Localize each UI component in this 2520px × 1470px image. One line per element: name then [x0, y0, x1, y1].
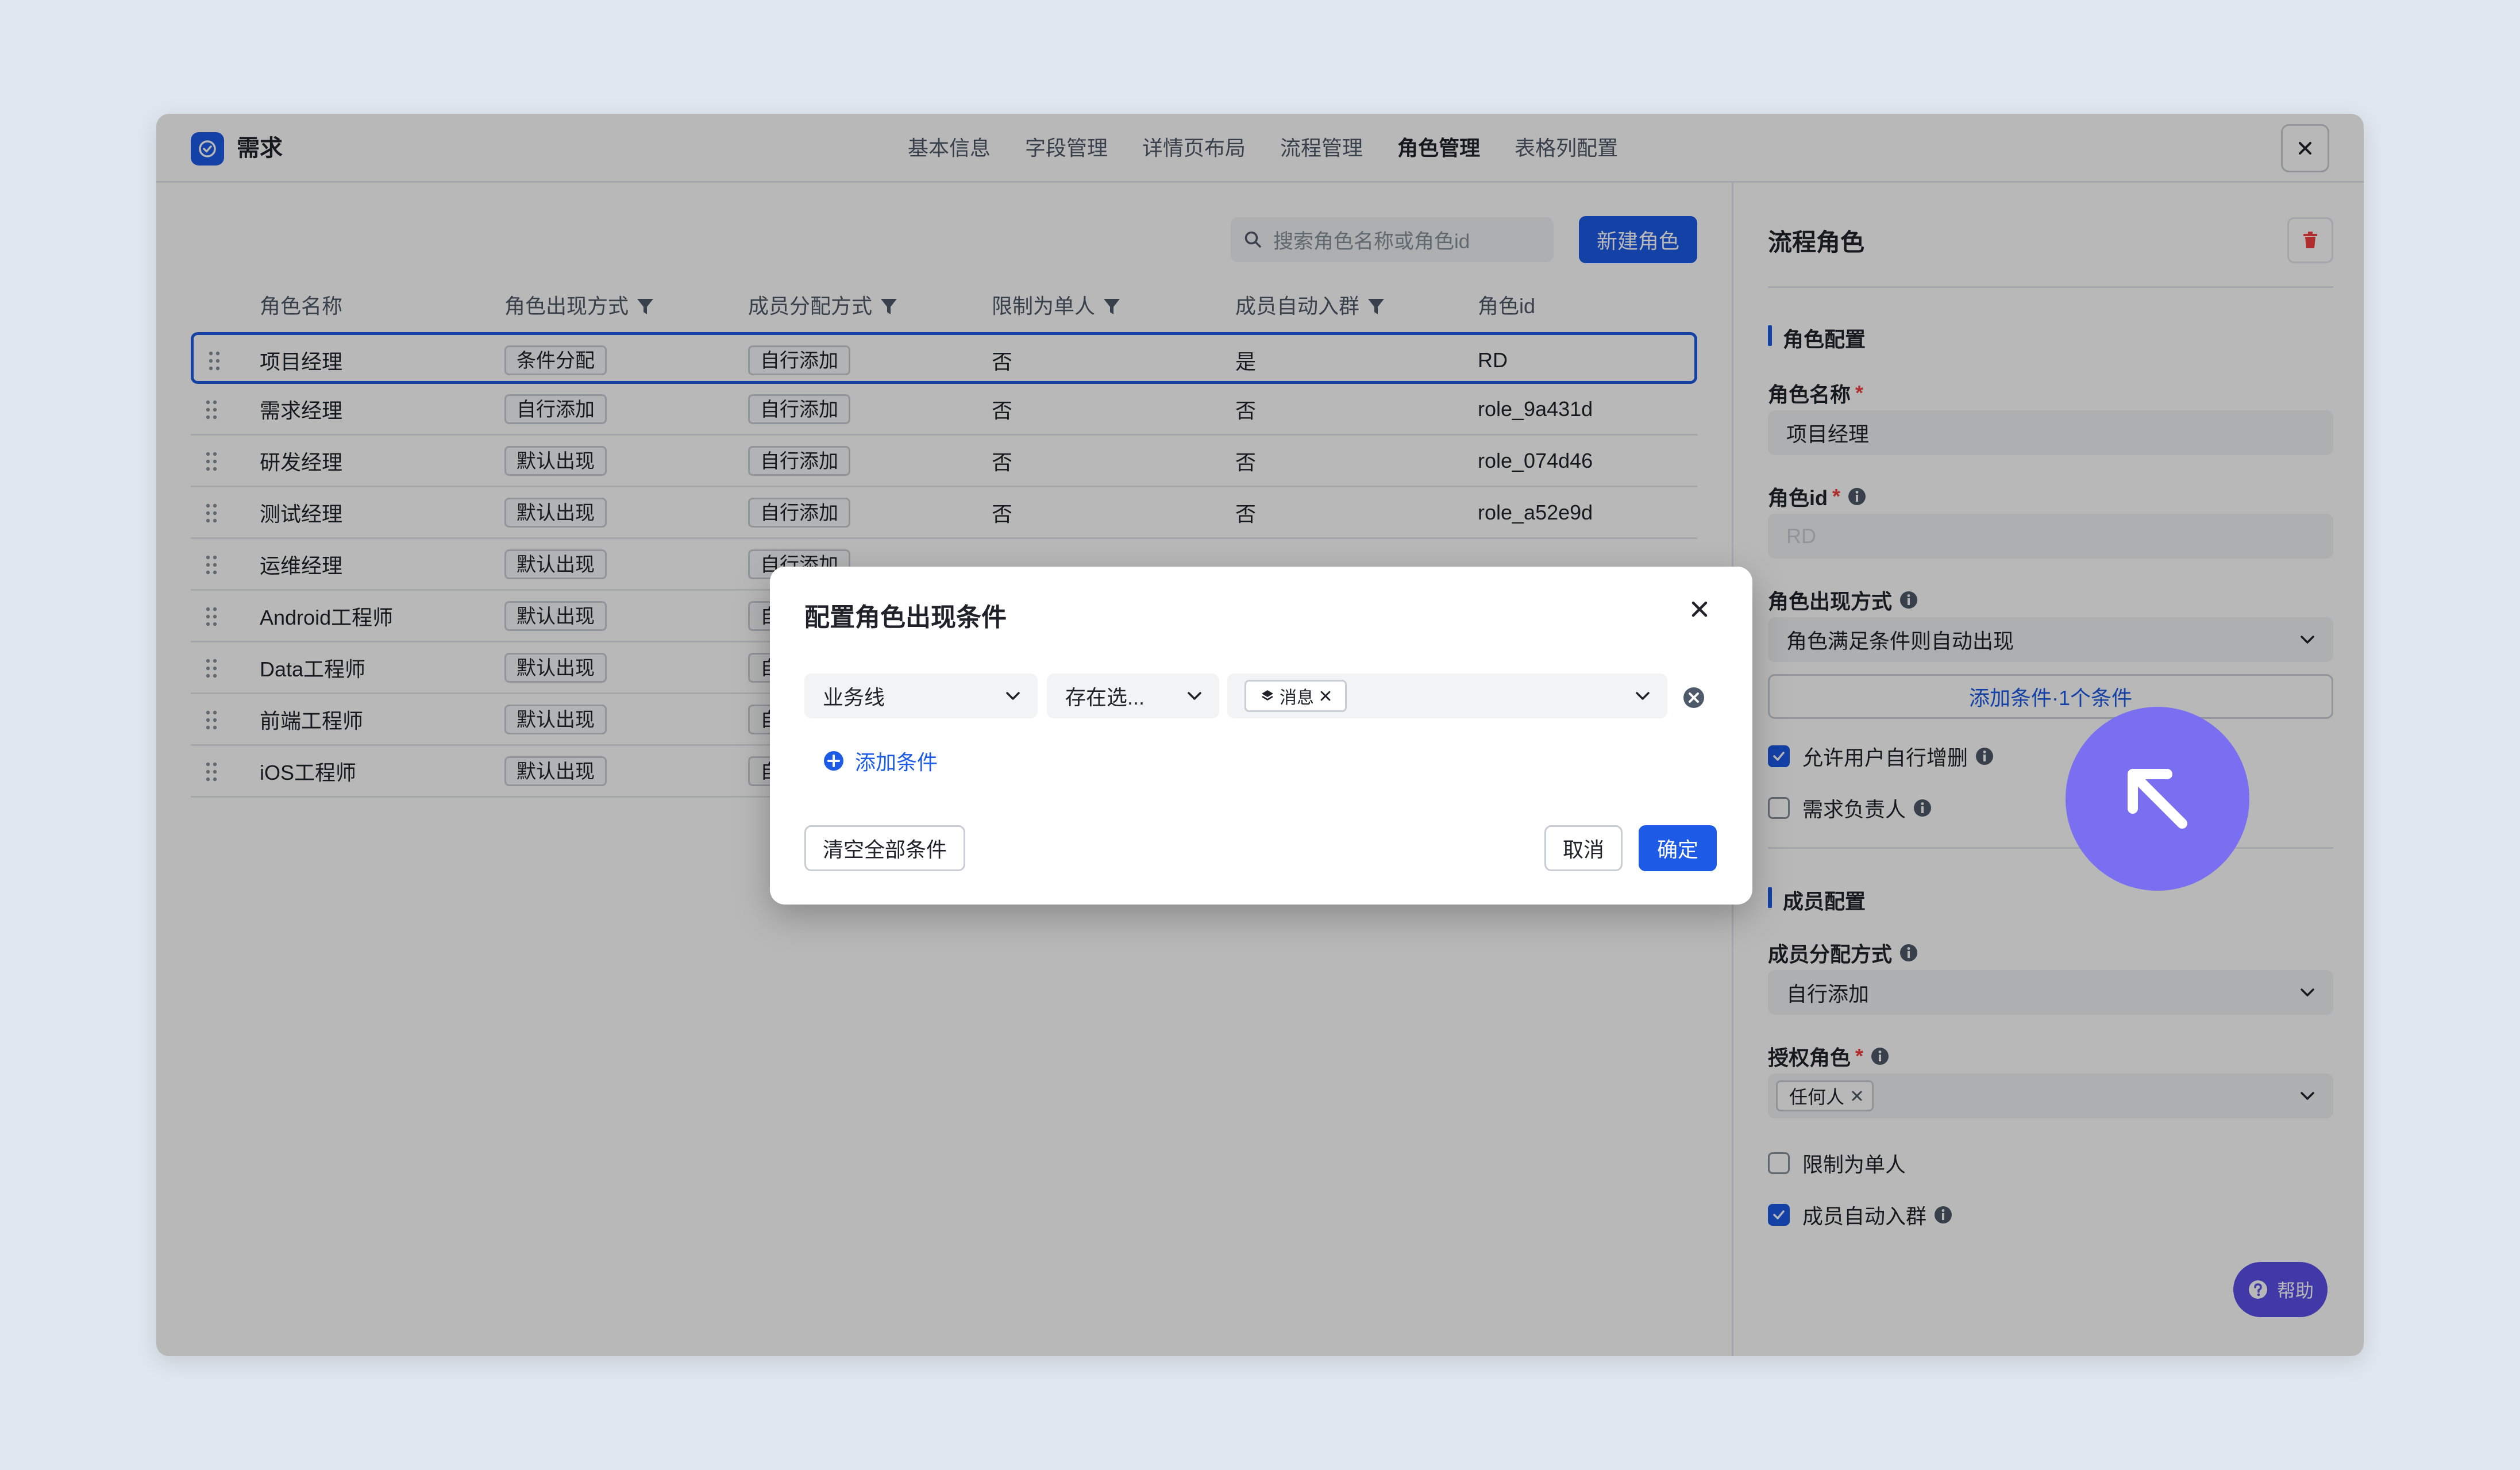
chevron-down-icon	[1006, 692, 1020, 700]
cancel-button[interactable]: 取消	[1544, 825, 1623, 871]
condition-operator-select[interactable]: 存在选...	[1047, 674, 1219, 718]
layers-icon	[1262, 690, 1273, 701]
close-icon[interactable]	[1688, 598, 1711, 621]
plus-circle-icon	[824, 751, 843, 771]
clear-all-conditions-button[interactable]: 清空全部条件	[804, 825, 965, 871]
remove-chip-icon[interactable]	[1319, 689, 1332, 703]
chevron-down-icon	[1636, 692, 1650, 700]
add-condition-link[interactable]: 添加条件	[823, 746, 938, 776]
condition-value-select[interactable]: 消息	[1227, 674, 1667, 718]
remove-condition-icon[interactable]	[1682, 686, 1705, 709]
chevron-down-icon	[1188, 692, 1201, 700]
dialog-title: 配置角色出现条件	[804, 603, 1007, 632]
arrow-up-left-icon	[2128, 769, 2187, 829]
confirm-button[interactable]: 确定	[1639, 825, 1717, 871]
condition-value-chip: 消息	[1244, 680, 1347, 712]
condition-field-select[interactable]: 业务线	[804, 674, 1038, 718]
condition-config-dialog: 配置角色出现条件 业务线 存在选... 消息 添加条件 清空全部条件 取消 确定	[770, 567, 1752, 905]
pointer-cursor-indicator	[2066, 707, 2249, 891]
